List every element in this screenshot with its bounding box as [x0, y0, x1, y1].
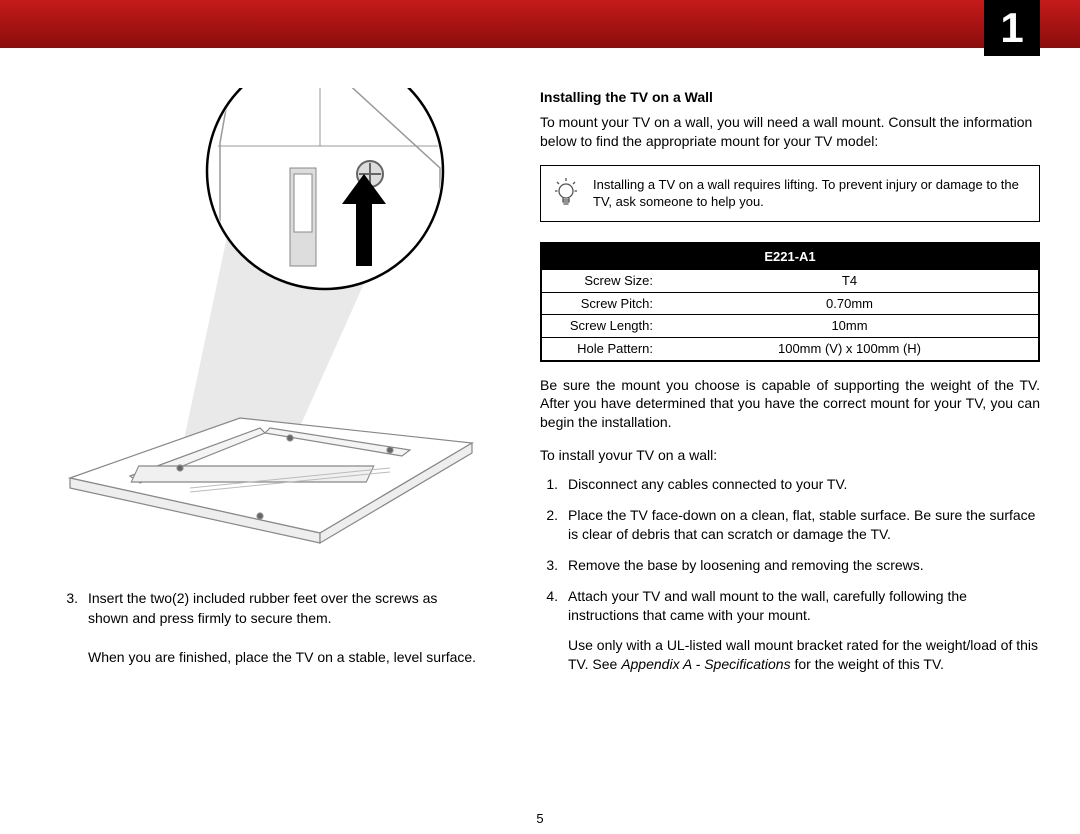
after-table-paragraph: Be sure the mount you choose is capable … [540, 376, 1040, 433]
install-step-2: Place the TV face-down on a clean, flat,… [540, 506, 1040, 544]
spec-table-header: E221-A1 [541, 243, 1039, 270]
chapter-number: 1 [1000, 4, 1023, 52]
spec-table: E221-A1 Screw Size: T4 Screw Pitch: 0.70… [540, 242, 1040, 362]
note-part-b: for the weight of this TV. [791, 656, 944, 672]
page-body: 3. Insert the two(2) included rubber fee… [0, 48, 1080, 834]
table-row: Screw Size: T4 [541, 270, 1039, 293]
spec-value: 10mm [661, 315, 1039, 338]
install-steps-list: Disconnect any cables connected to your … [540, 475, 1040, 674]
install-step-4: Attach your TV and wall mount to the wal… [540, 587, 1040, 675]
spec-label: Screw Length: [541, 315, 661, 338]
install-step-4-note: Use only with a UL-listed wall mount bra… [568, 636, 1040, 674]
safety-callout: Installing a TV on a wall requires lifti… [540, 165, 1040, 222]
install-step-3-text: Remove the base by loosening and removin… [568, 556, 1040, 575]
left-column: 3. Insert the two(2) included rubber fee… [40, 88, 500, 834]
lightbulb-icon [553, 178, 579, 208]
spec-label: Screw Pitch: [541, 292, 661, 315]
step-3-number: 3. [60, 588, 78, 667]
spec-label: Hole Pattern: [541, 337, 661, 360]
install-step-4-text: Attach your TV and wall mount to the wal… [568, 587, 1040, 625]
install-step-1: Disconnect any cables connected to your … [540, 475, 1040, 494]
left-step-text: 3. Insert the two(2) included rubber fee… [60, 588, 480, 667]
step-3: 3. Insert the two(2) included rubber fee… [60, 588, 480, 667]
table-row: Screw Length: 10mm [541, 315, 1039, 338]
table-row: Hole Pattern: 100mm (V) x 100mm (H) [541, 337, 1039, 360]
spec-value: 0.70mm [661, 292, 1039, 315]
callout-text: Installing a TV on a wall requires lifti… [593, 176, 1027, 211]
spec-value: 100mm (V) x 100mm (H) [661, 337, 1039, 360]
spec-value: T4 [661, 270, 1039, 293]
step-3-para-1: Insert the two(2) included rubber feet o… [88, 588, 480, 629]
install-step-1-text: Disconnect any cables connected to your … [568, 475, 1040, 494]
install-step-2-text: Place the TV face-down on a clean, flat,… [568, 506, 1040, 544]
table-row: Screw Pitch: 0.70mm [541, 292, 1039, 315]
step-3-para-2: When you are finished, place the TV on a… [88, 647, 480, 667]
appendix-reference: Appendix A - Specifications [621, 656, 790, 672]
steps-intro: To install yovur TV on a wall: [540, 446, 1040, 465]
header-band [0, 0, 1080, 48]
assembly-diagram [60, 88, 480, 558]
page-number: 5 [0, 811, 1080, 826]
spec-label: Screw Size: [541, 270, 661, 293]
right-column: Installing the TV on a Wall To mount you… [540, 88, 1040, 834]
intro-paragraph: To mount your TV on a wall, you will nee… [540, 113, 1040, 151]
section-heading: Installing the TV on a Wall [540, 88, 1040, 107]
install-step-3: Remove the base by loosening and removin… [540, 556, 1040, 575]
